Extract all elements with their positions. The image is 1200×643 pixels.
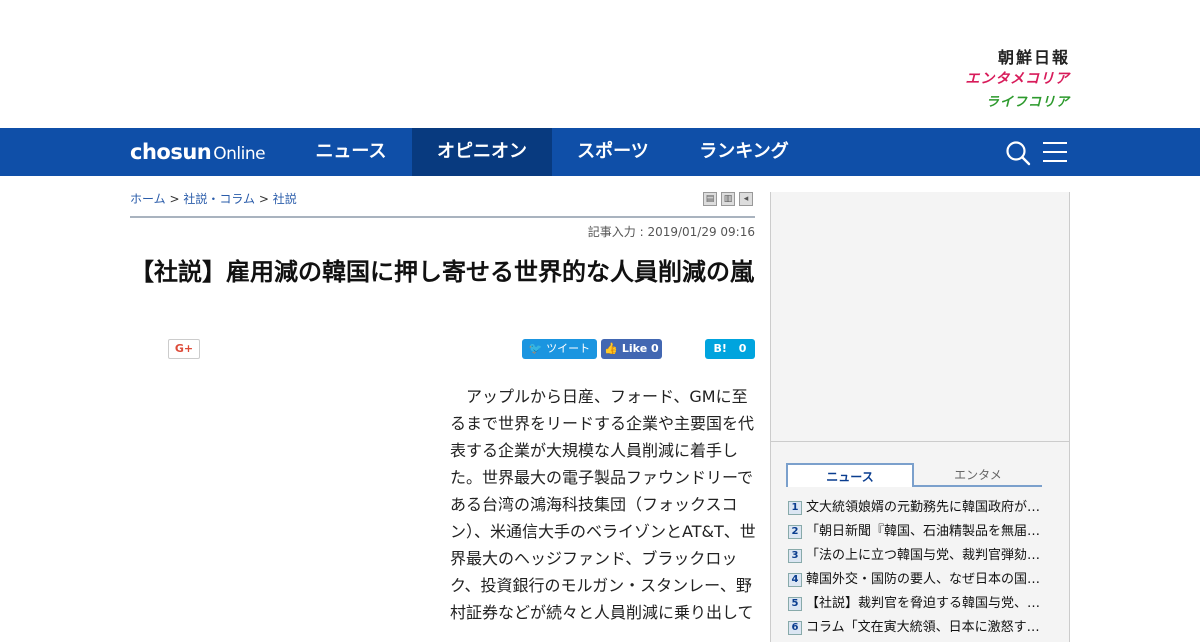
tweet-button[interactable]: 🐦 ツイート [522, 339, 597, 359]
breadcrumb: ホーム > 社説・コラム > 社説 [130, 190, 297, 207]
ranking-item[interactable]: 1 文大統領娘婿の元勤務先に韓国政府が… [788, 499, 1044, 523]
logo-light: Online [213, 144, 266, 164]
ranking-item[interactable]: 4 韓国外交・国防の要人、なぜ日本の国… [788, 571, 1044, 595]
article-tools: ▤ ▥ ◂ [703, 192, 753, 206]
print-icon[interactable]: ▤ [703, 192, 717, 206]
header-top: 朝鮮日報 エンタメコリア ライフコリア [0, 0, 1200, 128]
article-body: アップルから日産、フォード、GMに至るまで世界をリードする企業や主要国を代表する… [450, 387, 756, 622]
tab-news[interactable]: ニュース [786, 463, 914, 487]
facebook-like-button[interactable]: 👍 Like 0 [601, 339, 662, 359]
search-icon[interactable] [1005, 140, 1031, 166]
ranking-item[interactable]: 3 「法の上に立つ韓国与党、裁判官弾劾… [788, 547, 1044, 571]
rank-number: 3 [788, 549, 802, 563]
main-navbar: chosun Online ニュース オピニオン スポーツ ランキング [0, 128, 1200, 176]
menu-icon[interactable] [1043, 142, 1067, 162]
breadcrumb-sep: > [169, 192, 180, 206]
tab-entame[interactable]: エンタメ [914, 463, 1042, 487]
rank-number: 2 [788, 525, 802, 539]
breadcrumb-section[interactable]: 社説・コラム [183, 192, 255, 206]
sister-site-life-korea[interactable]: ライフコリア [986, 91, 1070, 110]
rank-title: 【社説】裁判官を脅迫する韓国与党、… [806, 596, 1041, 611]
rank-number: 6 [788, 621, 802, 635]
article-date: 記事入力 : 2019/01/29 09:16 [587, 225, 755, 239]
breadcrumb-home[interactable]: ホーム [130, 192, 166, 206]
thumbs-up-icon: 👍 [604, 342, 619, 355]
like-count: 0 [651, 342, 659, 355]
ranking-list: 1 文大統領娘婿の元勤務先に韓国政府が… 2 「朝日新聞『韓国、石油精製品を無届… … [788, 499, 1044, 643]
sister-site-chosun-ilbo[interactable]: 朝鮮日報 [998, 44, 1070, 68]
rank-title: 「法の上に立つ韓国与党、裁判官弾劾… [806, 548, 1041, 563]
ranking-item[interactable]: 2 「朝日新聞『韓国、石油精製品を無届… [788, 523, 1044, 547]
nav-news[interactable]: ニュース [291, 128, 411, 176]
ad-slot [771, 192, 1069, 442]
article-divider [130, 216, 755, 218]
document-icon[interactable]: ▥ [721, 192, 735, 206]
logo-bold: chosun [130, 140, 212, 164]
tweet-label: ツイート [546, 342, 591, 355]
rank-number: 1 [788, 501, 802, 515]
ranking-item[interactable]: 5 【社説】裁判官を脅迫する韓国与党、… [788, 595, 1044, 619]
breadcrumb-sub[interactable]: 社説 [273, 192, 297, 206]
nav-sports[interactable]: スポーツ [552, 128, 674, 176]
rank-number: 4 [788, 573, 802, 587]
nav-ranking[interactable]: ランキング [674, 128, 814, 176]
ranking-item[interactable]: 6 コラム「文在寅大統領、日本に激怒す… [788, 619, 1044, 643]
twitter-bird-icon: 🐦 [528, 342, 543, 355]
back-arrow-icon[interactable]: ◂ [739, 192, 753, 206]
sidebar: ニュース エンタメ 1 文大統領娘婿の元勤務先に韓国政府が… 2 「朝日新聞『韓国、… [770, 192, 1070, 642]
ranking-tabs: ニュース エンタメ [786, 463, 1042, 487]
hatena-bookmark-button[interactable]: B! 0 [705, 339, 755, 359]
article-headline: 【社説】雇用減の韓国に押し寄せる世界的な人員削減の嵐 [130, 258, 754, 286]
rank-title: 韓国外交・国防の要人、なぜ日本の国… [806, 572, 1041, 587]
site-logo[interactable]: chosun Online [130, 140, 266, 164]
rank-number: 5 [788, 597, 802, 611]
sister-site-entame-korea[interactable]: エンタメコリア [965, 68, 1070, 88]
rank-title: 文大統領娘婿の元勤務先に韓国政府が… [806, 500, 1041, 515]
hatena-count: 0 [738, 342, 747, 355]
like-label: Like [621, 342, 648, 355]
hatena-icon: B! [713, 342, 727, 355]
gplus-share-button[interactable]: G+ [168, 339, 200, 359]
rank-title: 「朝日新聞『韓国、石油精製品を無届… [806, 524, 1041, 539]
nav-opinion[interactable]: オピニオン [412, 128, 552, 176]
breadcrumb-sep: > [258, 192, 269, 206]
rank-title: コラム「文在寅大統領、日本に激怒す… [806, 620, 1040, 635]
